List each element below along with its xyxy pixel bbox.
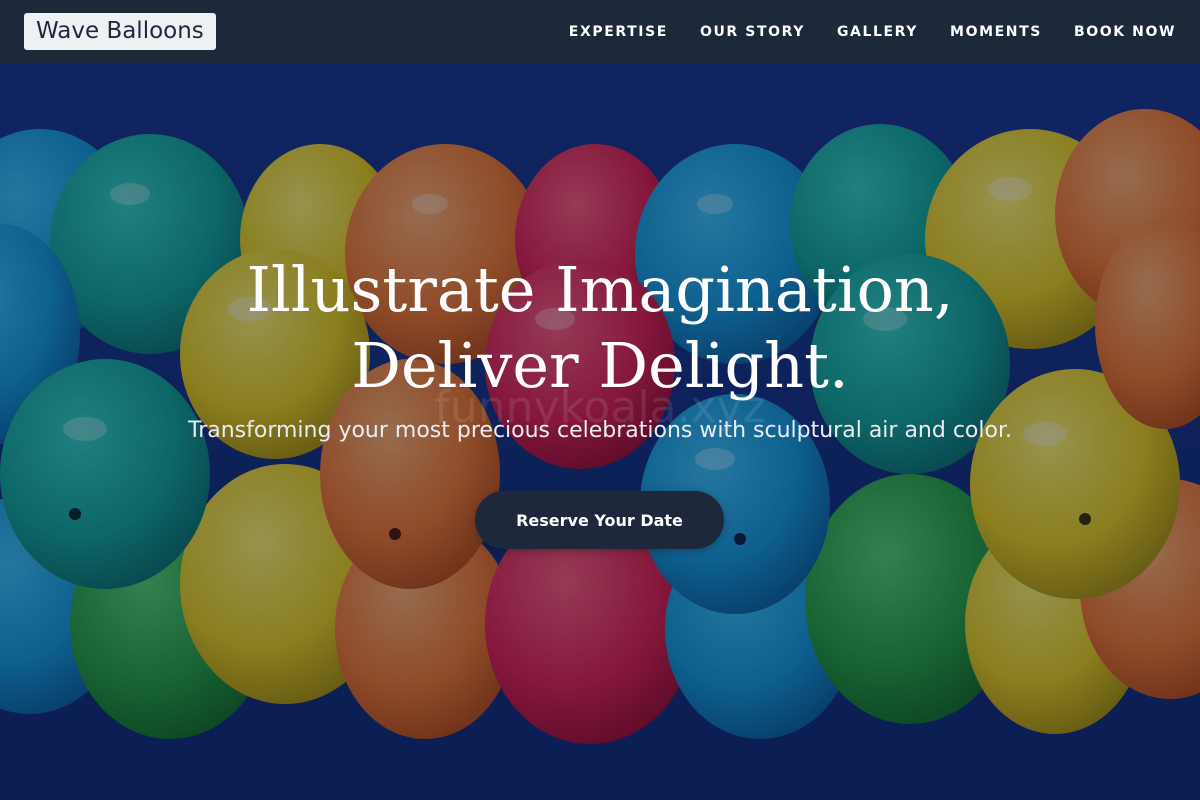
nav-links: EXPERTISE OUR STORY GALLERY MOMENTS BOOK…: [569, 0, 1176, 64]
hero-subtitle: Transforming your most precious celebrat…: [188, 418, 1012, 443]
nav-link-our-story[interactable]: OUR STORY: [700, 24, 805, 40]
reserve-date-button[interactable]: Reserve Your Date: [475, 491, 724, 549]
hero-section: funnykoala.xyz Illustrate Imagination, D…: [0, 64, 1200, 800]
nav-link-book-now[interactable]: BOOK NOW: [1074, 24, 1176, 40]
hero-title-line-1: Illustrate Imagination,: [246, 253, 954, 326]
nav-link-moments[interactable]: MOMENTS: [950, 24, 1042, 40]
page: Wave Balloons EXPERTISE OUR STORY GALLER…: [0, 0, 1200, 800]
nav-link-gallery[interactable]: GALLERY: [837, 24, 918, 40]
navbar: Wave Balloons EXPERTISE OUR STORY GALLER…: [0, 0, 1200, 64]
hero-title-line-2: Deliver Delight.: [351, 329, 849, 402]
brand-logo[interactable]: Wave Balloons: [24, 13, 216, 50]
hero-title: Illustrate Imagination, Deliver Delight.: [0, 252, 1200, 404]
nav-link-expertise[interactable]: EXPERTISE: [569, 24, 668, 40]
